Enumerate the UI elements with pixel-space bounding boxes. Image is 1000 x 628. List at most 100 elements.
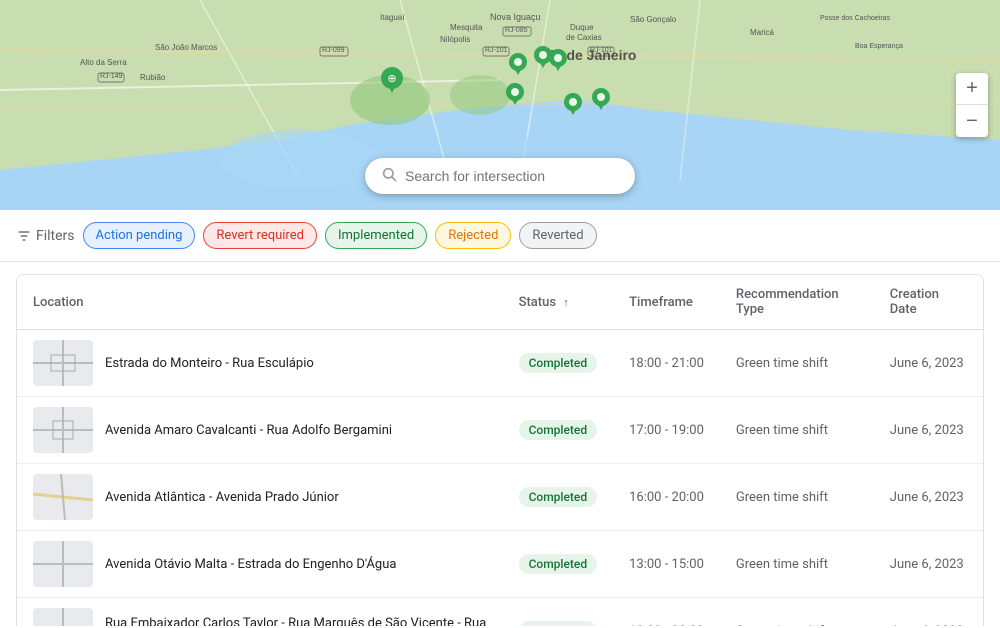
table-row[interactable]: Avenida Amaro Cavalcanti - Rua Adolfo Be… [17,397,983,464]
location-thumbnail [33,407,93,453]
chip-reverted[interactable]: Reverted [519,222,596,249]
creation-date-value: June 6, 2023 [890,423,964,438]
recommendation-type-value: Green time shift [736,624,828,627]
table-header-row: Location Status ↑ Timeframe Recommendati… [17,275,983,330]
filter-icon [16,228,32,244]
location-name: Rua Embaixador Carlos Taylor - Rua Marqu… [105,616,487,626]
svg-text:RJ-085: RJ-085 [505,27,528,34]
location-thumbnail [33,474,93,520]
recommendation-type-value: Green time shift [736,423,828,438]
svg-text:Nova Iguaçu: Nova Iguaçu [490,12,541,22]
cell-timeframe: 16:00 - 20:00 [613,464,720,531]
timeframe-value: 13:00 - 15:00 [629,557,704,572]
creation-date-value: June 6, 2023 [890,624,964,627]
cell-status: Completed [503,464,614,531]
svg-text:Alto da Serra: Alto da Serra [80,58,127,67]
svg-text:RJ-149: RJ-149 [100,73,123,80]
recommendation-type-value: Green time shift [736,356,828,371]
recommendation-type-value: Green time shift [736,490,828,505]
location-name: Avenida Atlântica - Avenida Prado Júnior [105,490,339,505]
timeframe-value: 16:00 - 20:00 [629,490,704,505]
cell-creation-date: June 6, 2023 [874,598,983,627]
svg-text:Nilópolis: Nilópolis [440,35,470,44]
cell-location: Avenida Amaro Cavalcanti - Rua Adolfo Be… [17,397,503,464]
creation-date-value: June 6, 2023 [890,356,964,371]
filters-label[interactable]: Filters [16,228,75,244]
svg-text:São Gonçalo: São Gonçalo [630,15,677,24]
cell-status: Completed [503,598,614,627]
col-recommendation-type: Recommendation Type [720,275,874,330]
table-body: Estrada do Monteiro - Rua Esculápio Comp… [17,330,983,627]
cell-creation-date: June 6, 2023 [874,464,983,531]
timeframe-value: 10:00 - 20:00 [629,624,704,627]
svg-text:RJ-099: RJ-099 [322,47,345,54]
status-badge: Completed [519,353,598,373]
table-row[interactable]: Avenida Otávio Malta - Estrada do Engenh… [17,531,983,598]
search-icon [381,166,397,186]
cell-recommendation-type: Green time shift [720,464,874,531]
location-name: Avenida Amaro Cavalcanti - Rua Adolfo Be… [105,423,392,438]
status-badge: Completed [519,554,598,574]
cell-recommendation-type: Green time shift [720,330,874,397]
chip-implemented[interactable]: Implemented [325,222,427,249]
chip-action-pending[interactable]: Action pending [83,222,196,249]
search-bar-container [365,158,635,194]
recommendation-type-value: Green time shift [736,557,828,572]
location-name: Estrada do Monteiro - Rua Esculápio [105,356,314,371]
cell-timeframe: 17:00 - 19:00 [613,397,720,464]
location-thumbnail [33,608,93,626]
svg-text:Boa Esperança: Boa Esperança [855,43,903,50]
status-badge: Completed [519,420,598,440]
cell-status: Completed [503,330,614,397]
svg-text:São João Marcos: São João Marcos [155,43,217,52]
svg-text:Posse dos Cachoeiras: Posse dos Cachoeiras [820,15,891,22]
svg-text:de Caxias: de Caxias [566,33,602,42]
chip-revert-required[interactable]: Revert required [203,222,317,249]
cell-recommendation-type: Green time shift [720,598,874,627]
svg-text:RJ-101: RJ-101 [485,47,508,54]
creation-date-value: June 6, 2023 [890,557,964,572]
zoom-out-button[interactable]: − [956,105,988,137]
location-thumbnail [33,541,93,587]
cell-status: Completed [503,531,614,598]
search-input[interactable] [405,168,619,184]
cell-timeframe: 13:00 - 15:00 [613,531,720,598]
sort-icon: ↑ [563,296,569,309]
zoom-controls: + − [956,73,988,137]
cell-timeframe: 18:00 - 21:00 [613,330,720,397]
table-section: Location Status ↑ Timeframe Recommendati… [0,262,1000,626]
map-container: Rio de Janeiro Nova Iguaçu RJ-085 Mesqui… [0,0,1000,210]
svg-text:⊕: ⊕ [387,72,396,85]
table-row[interactable]: Avenida Atlântica - Avenida Prado Júnior… [17,464,983,531]
chip-rejected[interactable]: Rejected [435,222,511,249]
creation-date-value: June 6, 2023 [890,490,964,505]
col-status[interactable]: Status ↑ [503,275,614,330]
zoom-in-button[interactable]: + [956,73,988,105]
col-location: Location [17,275,503,330]
filters-text: Filters [36,228,75,244]
cell-location: Rua Embaixador Carlos Taylor - Rua Marqu… [17,598,503,627]
svg-text:Itaguaí: Itaguaí [380,13,405,22]
location-thumbnail [33,340,93,386]
location-name: Avenida Otávio Malta - Estrada do Engenh… [105,557,396,572]
cell-status: Completed [503,397,614,464]
status-badge: Completed [519,621,598,626]
svg-text:Maricá: Maricá [750,28,775,37]
status-badge: Completed [519,487,598,507]
cell-recommendation-type: Green time shift [720,531,874,598]
svg-text:Mesquita: Mesquita [450,23,483,32]
cell-creation-date: June 6, 2023 [874,330,983,397]
svg-text:RJ-101: RJ-101 [590,47,613,54]
table-row[interactable]: Rua Embaixador Carlos Taylor - Rua Marqu… [17,598,983,627]
timeframe-value: 17:00 - 19:00 [629,423,704,438]
cell-recommendation-type: Green time shift [720,397,874,464]
cell-location: Estrada do Monteiro - Rua Esculápio [17,330,503,397]
timeframe-value: 18:00 - 21:00 [629,356,704,371]
svg-text:Rubião: Rubião [140,73,166,82]
cell-creation-date: June 6, 2023 [874,397,983,464]
svg-text:Duque: Duque [570,23,594,32]
table-row[interactable]: Estrada do Monteiro - Rua Esculápio Comp… [17,330,983,397]
cell-location: Avenida Otávio Malta - Estrada do Engenh… [17,531,503,598]
cell-location: Avenida Atlântica - Avenida Prado Júnior [17,464,503,531]
cell-timeframe: 10:00 - 20:00 [613,598,720,627]
